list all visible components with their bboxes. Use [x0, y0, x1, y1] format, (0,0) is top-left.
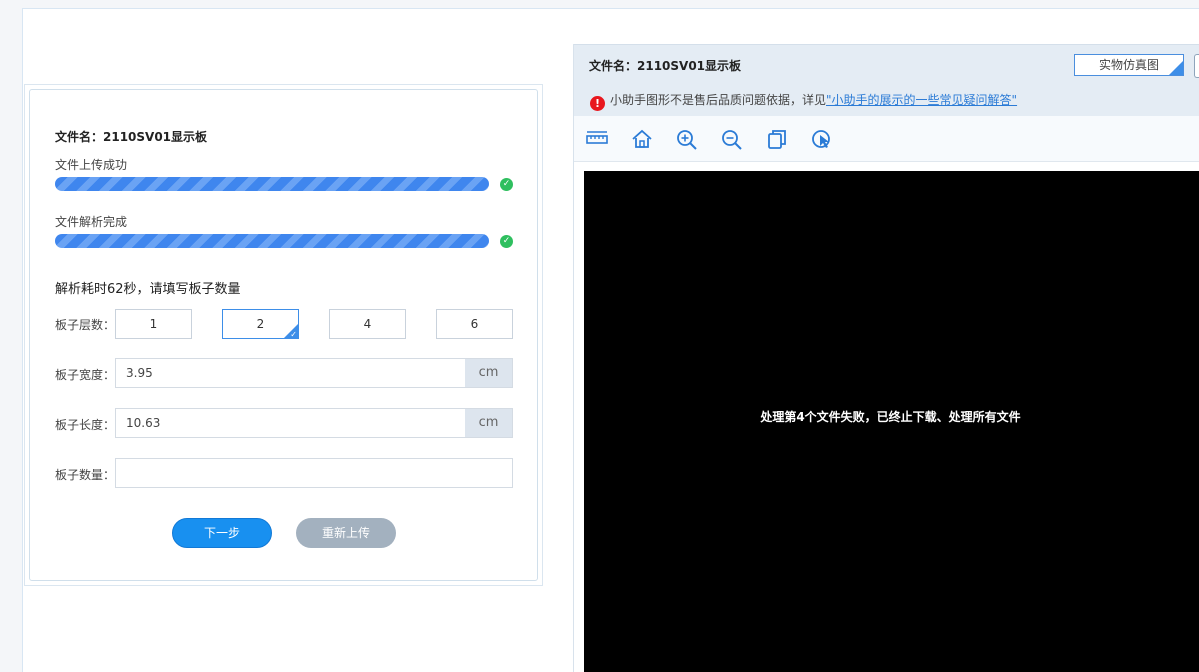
- length-label: 板子长度：: [55, 418, 116, 432]
- zoom-in-icon[interactable]: [675, 128, 699, 150]
- simulation-view-button[interactable]: 实物仿真图: [1074, 54, 1184, 76]
- layer-option-4[interactable]: 4: [329, 309, 406, 339]
- side-toggle-button[interactable]: [1194, 54, 1199, 78]
- width-value: 3.95: [126, 366, 153, 380]
- warning-icon: !: [590, 96, 605, 111]
- simulation-view-label: 实物仿真图: [1098, 58, 1159, 72]
- parse-status-label: 文件解析完成: [55, 215, 128, 229]
- layer-option-label: 2: [256, 317, 265, 331]
- upload-status-label: 文件上传成功: [55, 158, 128, 172]
- viewer-error-message: 处理第4个文件失败，已终止下载、处理所有文件: [760, 410, 1021, 424]
- preview-header: 文件名：2110SV01显示板 实物仿真图 ! 小助手图形不是售后品质问题依据，详…: [574, 44, 1199, 116]
- warning-text: 小助手图形不是售后品质问题依据，详见: [610, 93, 827, 107]
- faq-link[interactable]: "小助手的展示的一些常见疑问解答": [826, 93, 1017, 107]
- reupload-button[interactable]: 重新上传: [296, 518, 396, 548]
- upload-panel: 文件名：2110SV01显示板 文件上传成功 ✓ 文件解析完成 ✓ 解析耗时62…: [24, 84, 543, 586]
- parse-progress-bar: [55, 234, 489, 248]
- layer-option-label: 4: [363, 317, 372, 331]
- upload-progress-bar: [55, 177, 489, 191]
- quantity-label: 板子数量：: [55, 468, 116, 482]
- parse-success-icon: ✓: [500, 235, 513, 248]
- quantity-field[interactable]: [115, 458, 513, 488]
- ruler-icon[interactable]: [585, 128, 609, 150]
- cursor-icon[interactable]: [810, 128, 834, 150]
- file-name-title: 文件名：2110SV01显示板: [55, 130, 208, 144]
- preview-file-name: 文件名：2110SV01显示板: [589, 59, 742, 73]
- width-unit: cm: [465, 359, 512, 387]
- length-value: 10.63: [126, 416, 161, 430]
- layer-option-2[interactable]: 2 ✓: [222, 309, 299, 339]
- width-label: 板子宽度：: [55, 368, 116, 382]
- length-field[interactable]: 10.63 cm: [115, 408, 513, 438]
- layer-option-6[interactable]: 6: [436, 309, 513, 339]
- upload-card: 文件名：2110SV01显示板 文件上传成功 ✓ 文件解析完成 ✓ 解析耗时62…: [29, 89, 538, 581]
- check-icon: ✓: [290, 330, 297, 339]
- home-icon[interactable]: [630, 128, 654, 150]
- pcb-viewer[interactable]: 处理第4个文件失败，已终止下载、处理所有文件: [584, 171, 1199, 672]
- viewer-toolbar: [574, 116, 1199, 162]
- next-button[interactable]: 下一步: [172, 518, 272, 548]
- layer-option-label: 6: [470, 317, 479, 331]
- layer-option-1[interactable]: 1: [115, 309, 192, 339]
- warning-notice: ! 小助手图形不是售后品质问题依据，详见"小助手的展示的一些常见疑问解答": [590, 91, 1017, 111]
- zoom-out-icon[interactable]: [720, 128, 744, 150]
- upload-success-icon: ✓: [500, 178, 513, 191]
- layer-option-label: 1: [149, 317, 158, 331]
- copy-icon[interactable]: [765, 128, 789, 150]
- layers-label: 板子层数：: [55, 318, 116, 332]
- length-unit: cm: [465, 409, 512, 437]
- parse-time-prompt: 解析耗时62秒，请填写板子数量: [55, 282, 241, 297]
- preview-panel: 文件名：2110SV01显示板 实物仿真图 ! 小助手图形不是售后品质问题依据，详…: [573, 44, 1199, 672]
- selected-corner: [1169, 61, 1183, 75]
- width-field[interactable]: 3.95 cm: [115, 358, 513, 388]
